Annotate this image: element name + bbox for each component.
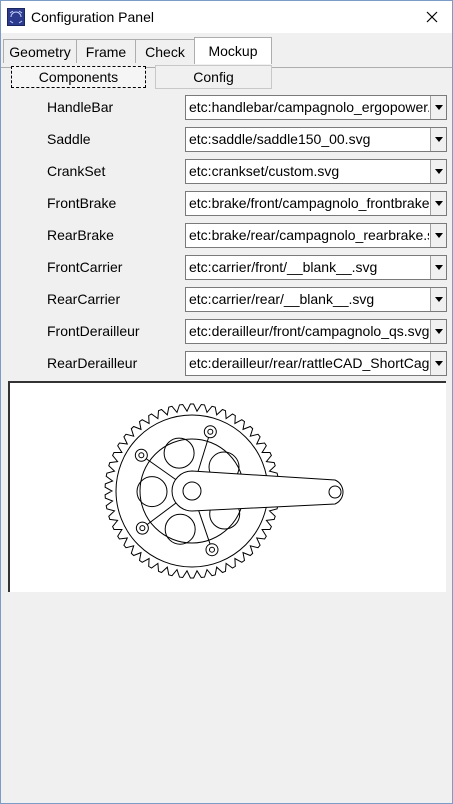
tab-geometry[interactable]: Geometry <box>3 39 77 63</box>
title-bar[interactable]: Configuration Panel <box>1 1 452 33</box>
crankset-select[interactable]: etc:crankset/custom.svg <box>185 159 447 184</box>
saddle-select[interactable]: etc:saddle/saddle150_00.svg <box>185 127 447 152</box>
select-value: etc:brake/rear/campagnolo_rearbrake.svg <box>189 227 429 243</box>
component-label: Saddle <box>47 131 91 147</box>
component-row-frontbrake: FrontBrake etc:brake/front/campagnolo_fr… <box>1 191 452 217</box>
chevron-down-icon[interactable] <box>430 128 446 151</box>
tab-mockup[interactable]: Mockup <box>194 37 272 64</box>
spider-cutout <box>163 437 195 469</box>
chainring-bolt <box>203 425 217 439</box>
main-tabbar: Geometry Frame Check Mockup <box>1 37 452 68</box>
subtab-config[interactable]: Config <box>155 65 272 89</box>
component-label: FrontBrake <box>47 195 117 211</box>
select-value: etc:crankset/custom.svg <box>189 163 340 179</box>
tab-label: Geometry <box>9 43 71 60</box>
component-row-rearderailleur: RearDerailleur etc:derailleur/rear/rattl… <box>1 351 452 377</box>
subtab-label: Config <box>193 69 234 85</box>
sub-tabbar: Components Config <box>1 65 452 91</box>
chevron-down-icon[interactable] <box>430 96 446 119</box>
tab-check[interactable]: Check <box>135 39 195 63</box>
select-value: etc:handlebar/campagnolo_ergopower.svg <box>189 99 429 115</box>
component-label: CrankSet <box>47 163 106 179</box>
chainring-bolt <box>134 448 148 462</box>
subtab-components[interactable]: Components <box>11 66 146 88</box>
component-row-crankset: CrankSet etc:crankset/custom.svg <box>1 159 452 185</box>
component-row-handlebar: HandleBar etc:handlebar/campagnolo_ergop… <box>1 95 452 121</box>
tab-label: Frame <box>85 43 127 60</box>
rearderailleur-select[interactable]: etc:derailleur/rear/rattleCAD_ShortCage.… <box>185 351 447 376</box>
chevron-down-icon[interactable] <box>430 288 446 311</box>
component-label: FrontCarrier <box>47 259 123 275</box>
crankset-drawing-icon <box>104 403 344 579</box>
chevron-down-icon[interactable] <box>430 160 446 183</box>
component-label: RearCarrier <box>47 291 121 307</box>
rearbrake-select[interactable]: etc:brake/rear/campagnolo_rearbrake.svg <box>185 223 447 248</box>
tab-label: Check <box>145 43 185 60</box>
frontbrake-select[interactable]: etc:brake/front/campagnolo_frontbrake.sv… <box>185 191 447 216</box>
frontcarrier-select[interactable]: etc:carrier/front/__blank__.svg <box>185 255 447 280</box>
component-row-frontderailleur: FrontDerailleur etc:derailleur/front/cam… <box>1 319 452 345</box>
spider-cutout <box>164 513 196 545</box>
component-preview <box>8 381 446 592</box>
content-area: Geometry Frame Check Mockup Components C… <box>1 33 452 803</box>
component-label: RearDerailleur <box>47 355 138 371</box>
component-label: HandleBar <box>47 99 114 115</box>
select-value: etc:saddle/saddle150_00.svg <box>189 131 371 147</box>
select-value: etc:carrier/front/__blank__.svg <box>189 259 378 275</box>
select-value: etc:derailleur/rear/rattleCAD_ShortCage.… <box>189 355 429 371</box>
select-value: etc:derailleur/front/campagnolo_qs.svg <box>189 323 429 339</box>
select-value: etc:brake/front/campagnolo_frontbrake.sv… <box>189 195 429 211</box>
chevron-down-icon[interactable] <box>430 224 446 247</box>
component-row-rearcarrier: RearCarrier etc:carrier/rear/__blank__.s… <box>1 287 452 313</box>
component-label: RearBrake <box>47 227 114 243</box>
component-row-rearbrake: RearBrake etc:brake/rear/campagnolo_rear… <box>1 223 452 249</box>
component-row-frontcarrier: FrontCarrier etc:carrier/front/__blank__… <box>1 255 452 281</box>
handlebar-select[interactable]: etc:handlebar/campagnolo_ergopower.svg <box>185 95 447 120</box>
chainring-bolt <box>135 521 149 535</box>
spider-cutout <box>136 476 168 508</box>
select-value: etc:carrier/rear/__blank__.svg <box>189 291 375 307</box>
configuration-window: Configuration Panel Geometry Frame Check… <box>0 0 453 804</box>
chevron-down-icon[interactable] <box>430 192 446 215</box>
tab-frame[interactable]: Frame <box>76 39 136 63</box>
component-label: FrontDerailleur <box>47 323 140 339</box>
chevron-down-icon[interactable] <box>430 352 446 375</box>
chevron-down-icon[interactable] <box>430 320 446 343</box>
tab-label: Mockup <box>208 43 258 59</box>
chevron-down-icon[interactable] <box>430 256 446 279</box>
frontderailleur-select[interactable]: etc:derailleur/front/campagnolo_qs.svg <box>185 319 447 344</box>
app-icon <box>7 8 25 26</box>
component-row-saddle: Saddle etc:saddle/saddle150_00.svg <box>1 127 452 153</box>
crank-arm <box>171 470 344 512</box>
rearcarrier-select[interactable]: etc:carrier/rear/__blank__.svg <box>185 287 447 312</box>
window-title: Configuration Panel <box>31 9 154 25</box>
subtab-label: Components <box>38 69 119 85</box>
close-icon[interactable] <box>422 7 442 27</box>
chainring-bolt <box>205 543 219 557</box>
